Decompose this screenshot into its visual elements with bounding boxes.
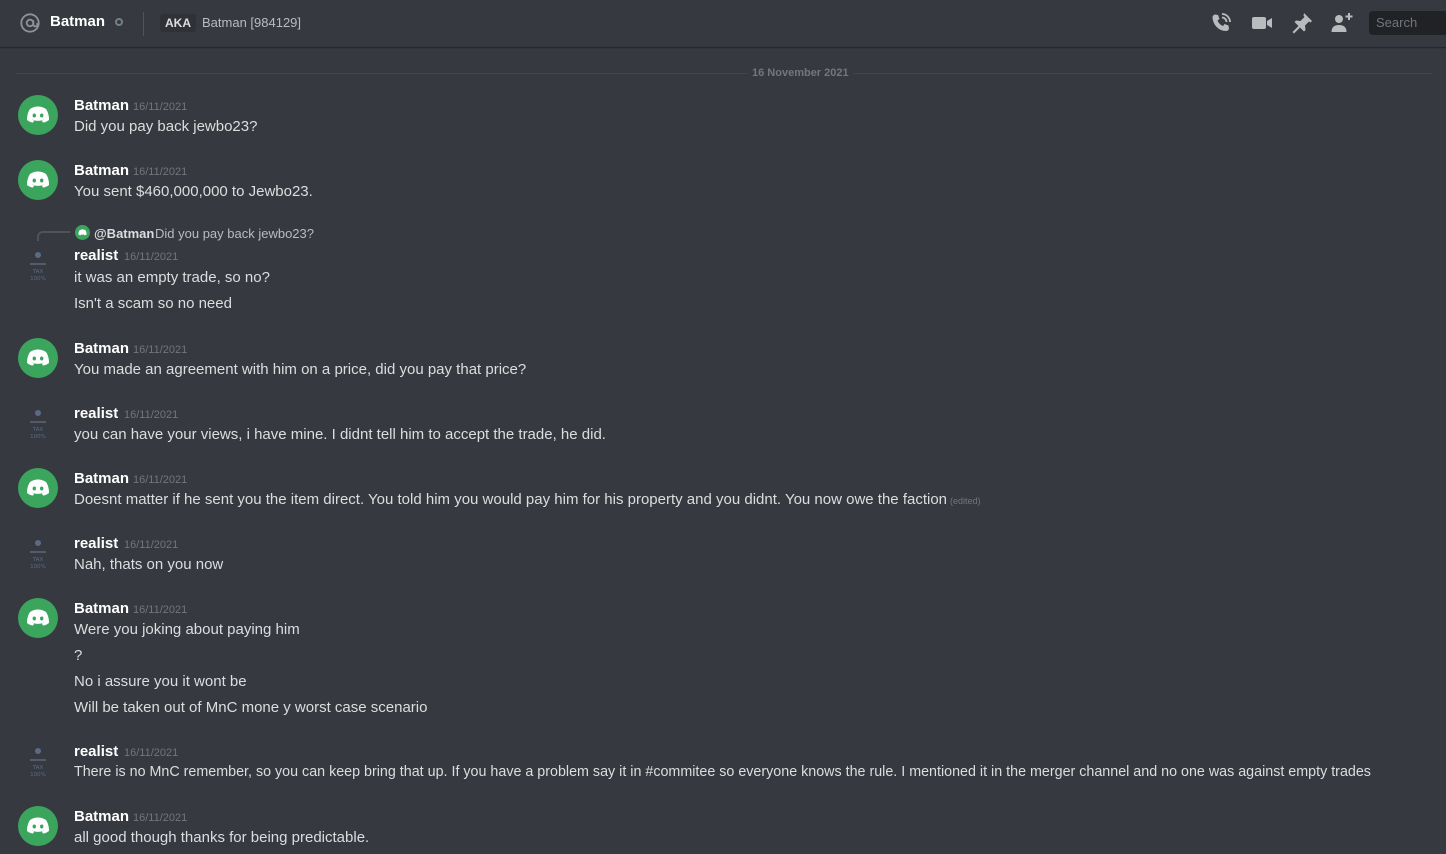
message-text: Were you joking about paying him [74, 621, 300, 638]
tax-percent: 100% [30, 772, 46, 778]
message-text: Doesnt matter if he sent you the item di… [74, 491, 981, 508]
aka-badge[interactable]: AKA [160, 14, 196, 32]
message-timestamp: 16/11/2021 [124, 251, 179, 263]
message-text: There is no MnC remember, so you can kee… [74, 764, 1371, 780]
video-icon[interactable] [1250, 11, 1274, 35]
message-author[interactable]: realist [74, 743, 118, 760]
message-text-body: Doesnt matter if he sent you the item di… [74, 491, 948, 508]
tax-avatar-icon: TAX 100% [30, 410, 46, 440]
message-author[interactable]: Batman [74, 808, 129, 825]
avatar[interactable] [18, 806, 58, 846]
tax-label: TAX [32, 765, 44, 771]
message-author[interactable]: Batman [74, 600, 129, 617]
edited-label: (edited) [950, 496, 981, 506]
discord-logo-icon [27, 171, 49, 188]
tax-label: TAX [32, 269, 44, 275]
tax-avatar-icon: TAX 100% [30, 540, 46, 570]
message-timestamp: 16/11/2021 [133, 474, 188, 486]
message-text: it was an empty trade, so no? [74, 269, 270, 286]
message-author[interactable]: realist [74, 535, 118, 552]
message-text: Did you pay back jewbo23? [74, 118, 258, 135]
channel-header: Batman AKA Batman [984129] Search [0, 0, 1446, 47]
call-icon[interactable] [1209, 11, 1233, 35]
tax-avatar-icon: TAX 100% [30, 748, 46, 778]
at-icon [20, 13, 40, 33]
discord-logo-icon [27, 106, 49, 123]
avatar[interactable] [18, 338, 58, 378]
discord-logo-icon [27, 479, 49, 496]
tax-label: TAX [32, 557, 44, 563]
tax-percent: 100% [30, 564, 46, 570]
message-timestamp: 16/11/2021 [124, 747, 179, 759]
reply-avatar[interactable] [75, 225, 90, 240]
tax-percent: 100% [30, 434, 46, 440]
pin-icon[interactable] [1290, 11, 1314, 35]
tax-label: TAX [32, 427, 44, 433]
avatar[interactable] [18, 95, 58, 135]
message-author[interactable]: Batman [74, 97, 129, 114]
message-text: No i assure you it wont be [74, 673, 247, 690]
discord-logo-icon [27, 609, 49, 626]
message-timestamp: 16/11/2021 [133, 604, 188, 616]
message-list: 16 November 2021 Batman 16/11/2021 Did y… [0, 47, 1446, 854]
avatar[interactable]: TAX 100% [18, 403, 58, 443]
discord-logo-icon [27, 817, 49, 834]
aka-names: Batman [984129] [202, 15, 302, 30]
message-author[interactable]: realist [74, 247, 118, 264]
discord-logo-icon [78, 229, 87, 236]
date-divider [16, 73, 1432, 74]
date-divider-label: 16 November 2021 [748, 67, 853, 79]
avatar[interactable]: TAX 100% [18, 245, 58, 285]
avatar[interactable] [18, 160, 58, 200]
tax-percent: 100% [30, 276, 46, 282]
avatar[interactable]: TAX 100% [18, 533, 58, 573]
offline-status-icon [115, 18, 123, 26]
message-text: Nah, thats on you now [74, 556, 224, 573]
message-author[interactable]: realist [74, 405, 118, 422]
message-text: ? [74, 647, 83, 664]
avatar[interactable]: TAX 100% [18, 741, 58, 781]
dm-title: Batman [50, 13, 106, 30]
header-divider [143, 12, 144, 36]
message-author[interactable]: Batman [74, 470, 129, 487]
avatar[interactable] [18, 468, 58, 508]
message-timestamp: 16/11/2021 [133, 344, 188, 356]
message-author[interactable]: Batman [74, 340, 129, 357]
message-text: You sent $460,000,000 to Jewbo23. [74, 183, 313, 200]
message-text: you can have your views, i have mine. I … [74, 426, 606, 443]
message-text: Will be taken out of MnC mone y worst ca… [74, 699, 428, 716]
message-timestamp: 16/11/2021 [133, 812, 188, 824]
message-timestamp: 16/11/2021 [124, 539, 179, 551]
discord-logo-icon [27, 349, 49, 366]
message-timestamp: 16/11/2021 [133, 101, 188, 113]
reply-preview-text[interactable]: Did you pay back jewbo23? [155, 226, 314, 241]
message-text: Isn't a scam so no need [74, 295, 232, 312]
reply-author[interactable]: @Batman [94, 226, 154, 241]
avatar[interactable] [18, 598, 58, 638]
tax-avatar-icon: TAX 100% [30, 252, 46, 282]
message-author[interactable]: Batman [74, 162, 129, 179]
message-text: You made an agreement with him on a pric… [74, 361, 527, 378]
message-timestamp: 16/11/2021 [124, 409, 179, 421]
message-timestamp: 16/11/2021 [133, 166, 188, 178]
add-friend-icon[interactable] [1330, 11, 1354, 35]
reply-spine [37, 231, 70, 241]
search-input[interactable]: Search [1369, 11, 1446, 35]
message-text: all good though thanks for being predict… [74, 829, 370, 846]
